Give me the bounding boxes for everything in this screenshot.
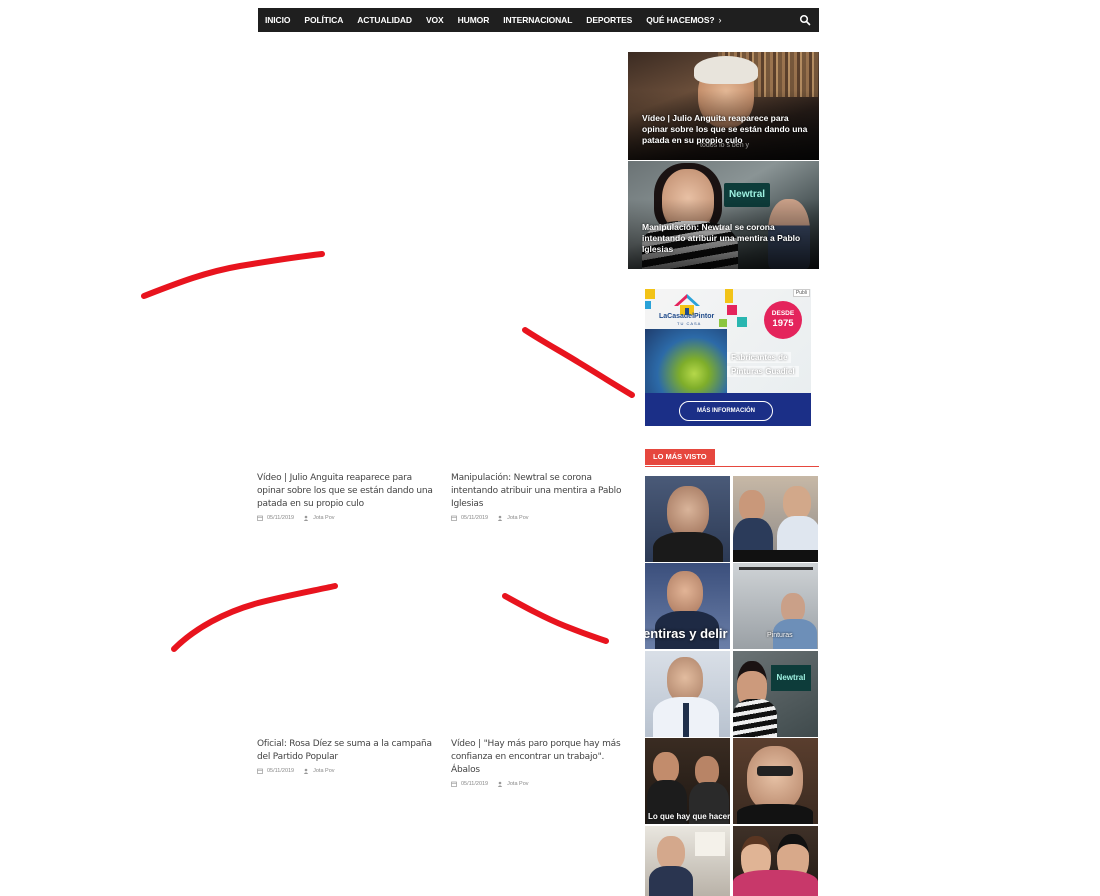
most-viewed-thumb[interactable] <box>645 651 730 737</box>
ad-headline-1: Fabricantes de <box>727 352 792 363</box>
lower-bar <box>733 550 818 562</box>
user-icon <box>303 515 309 521</box>
ad-brand: LaCasadelPintor <box>659 313 715 320</box>
thumb-caption: Lo que hay que hacer <box>648 812 730 821</box>
ad-headline-2: Pinturas Guadiel <box>727 366 799 377</box>
nav-item-vox[interactable]: VOX <box>426 15 444 25</box>
most-viewed-thumb[interactable] <box>645 563 730 649</box>
hair-shape <box>694 56 758 84</box>
article-author[interactable]: Jota Pov <box>313 515 334 521</box>
article-date: 05/11/2019 <box>267 515 295 521</box>
most-viewed-thumb[interactable]: Pinturas <box>733 563 818 649</box>
suit-shape <box>655 611 719 649</box>
article-card[interactable]: Vídeo | "Hay más paro porque hay más con… <box>451 738 631 787</box>
jacket-shape <box>653 532 723 562</box>
chevron-right-icon[interactable]: › <box>719 15 722 25</box>
article-date: 05/11/2019 <box>461 515 489 521</box>
article-meta: 05/11/2019 Jota Pov <box>451 781 631 787</box>
annotation-stroke <box>171 583 338 652</box>
ad-brand-sub: TU CASA <box>677 321 702 326</box>
nav-item-humor[interactable]: HUMOR <box>458 15 490 25</box>
user-icon <box>497 781 503 787</box>
article-date: 05/11/2019 <box>461 781 489 787</box>
person-figure <box>667 486 709 538</box>
striped-shirt <box>733 699 777 737</box>
nav-item-inicio[interactable]: INICIO <box>265 15 290 25</box>
nav-item-politica[interactable]: POLÍTICA <box>304 15 343 25</box>
jacket-shape <box>737 804 813 824</box>
more-info-button[interactable]: MÁS INFORMACIÓN <box>679 401 773 421</box>
featured-title[interactable]: Vídeo | Julio Anguita reaparece para opi… <box>642 113 809 146</box>
article-title[interactable]: Vídeo | "Hay más paro porque hay más con… <box>451 738 631 777</box>
article-meta: 05/11/2019 Jota Pov <box>257 768 437 774</box>
lamp-shape <box>739 567 813 570</box>
badge-line2: 1975 <box>772 318 794 329</box>
most-viewed-thumb[interactable] <box>645 476 730 562</box>
calendar-icon <box>257 768 263 774</box>
ad-choices-flag[interactable]: Publi <box>792 289 810 297</box>
article-author[interactable]: Jota Pov <box>507 515 528 521</box>
search-icon[interactable] <box>799 14 811 26</box>
calendar-icon <box>451 781 457 787</box>
most-viewed-thumb[interactable]: Newtral <box>733 651 818 737</box>
article-card[interactable]: Manipulación: Newtral se corona intentan… <box>451 472 631 521</box>
featured-title[interactable]: Manipulación: Newtral se corona intentan… <box>642 222 809 255</box>
badge-line1: DESDE <box>771 310 795 317</box>
most-viewed-thumb[interactable] <box>733 476 818 562</box>
featured-post[interactable]: todos lo s ben y Vídeo | Julio Anguita r… <box>628 52 819 160</box>
ad-badge: DESDE 1975 <box>764 301 802 339</box>
person-figure <box>667 571 703 615</box>
article-title[interactable]: Vídeo | Julio Anguita reaparece para opi… <box>257 472 437 511</box>
article-card[interactable]: Oficial: Rosa Díez se suma a la campaña … <box>257 738 437 774</box>
nav-item-deportes[interactable]: DEPORTES <box>586 15 632 25</box>
article-meta: 05/11/2019 Jota Pov <box>451 515 631 521</box>
annotation-stroke <box>522 327 635 398</box>
featured-post[interactable]: Newtral Manipulación: Newtral se corona … <box>628 161 819 269</box>
calendar-icon <box>451 515 457 521</box>
person-figure <box>783 486 811 520</box>
main-nav: INICIO POLÍTICA ACTUALIDAD VOX HUMOR INT… <box>258 8 819 32</box>
annotation-stroke <box>502 593 609 644</box>
article-author[interactable]: Jota Pov <box>313 768 334 774</box>
advertisement[interactable]: LaCasadelPintor TU CASA DESDE 1975 Fabri… <box>645 289 811 426</box>
nav-item-que-hacemos[interactable]: QUÉ HACEMOS? <box>646 15 714 25</box>
article-author[interactable]: Jota Pov <box>507 781 528 787</box>
nav-item-internacional[interactable]: INTERNACIONAL <box>503 15 572 25</box>
annotation-stroke <box>141 251 325 299</box>
most-viewed-thumb[interactable] <box>645 826 730 896</box>
ad-footer: MÁS INFORMACIÓN <box>645 393 811 426</box>
user-icon <box>303 768 309 774</box>
glasses-shape <box>757 766 793 776</box>
most-viewed-header: LO MÁS VISTO <box>645 449 819 467</box>
article-card[interactable]: Vídeo | Julio Anguita reaparece para opi… <box>257 472 437 521</box>
suit-shape <box>649 866 693 896</box>
article-date: 05/11/2019 <box>267 768 295 774</box>
tie-shape <box>683 703 689 737</box>
most-viewed-thumb[interactable] <box>733 738 818 824</box>
newtral-sign: Newtral <box>771 665 811 691</box>
article-title[interactable]: Manipulación: Newtral se corona intentan… <box>451 472 631 511</box>
person-figure <box>747 746 803 812</box>
nav-item-actualidad[interactable]: ACTUALIDAD <box>357 15 412 25</box>
most-viewed-title: LO MÁS VISTO <box>645 449 715 465</box>
article-meta: 05/11/2019 Jota Pov <box>257 515 437 521</box>
picture-frame-shape <box>695 832 725 856</box>
user-icon <box>497 515 503 521</box>
most-viewed-thumb[interactable] <box>733 826 818 896</box>
calendar-icon <box>257 515 263 521</box>
paint-splash-image <box>645 329 727 393</box>
most-viewed-thumb[interactable]: Lo que hay que hacer <box>645 738 730 824</box>
article-title[interactable]: Oficial: Rosa Díez se suma a la campaña … <box>257 738 437 764</box>
clothing-shape <box>733 870 818 896</box>
thumb-caption: Pinturas <box>767 632 793 639</box>
person-figure <box>657 836 685 870</box>
